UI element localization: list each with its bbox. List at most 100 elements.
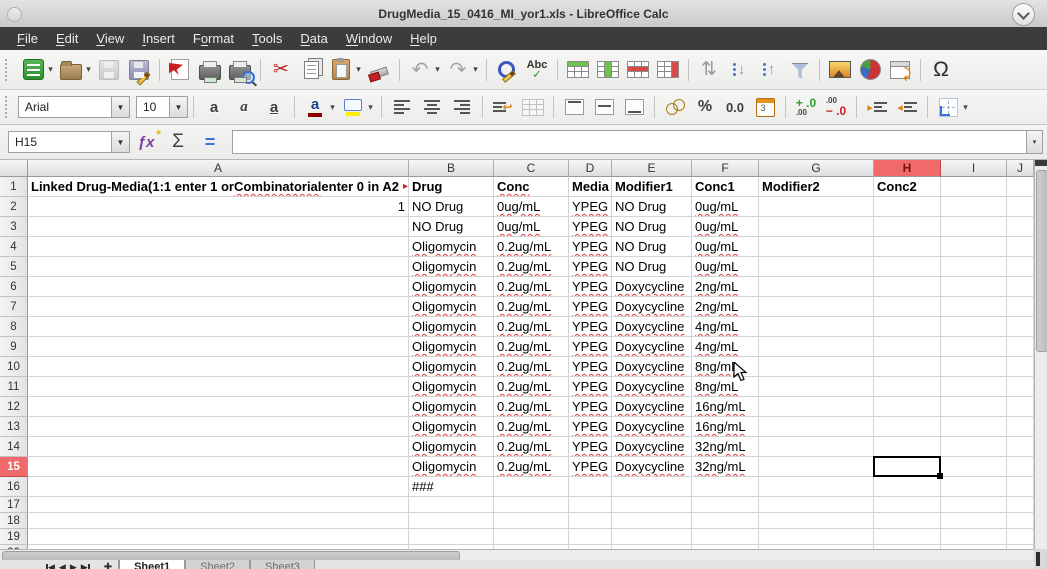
cell-cursor[interactable]: [873, 456, 941, 477]
row-header-9[interactable]: 9: [0, 337, 28, 357]
cell-G10[interactable]: [759, 357, 874, 377]
cell-A18[interactable]: [28, 513, 409, 529]
decrease-indent-button[interactable]: ◂: [892, 93, 922, 121]
cell-A2[interactable]: 1: [28, 197, 409, 217]
cell-A7[interactable]: [28, 297, 409, 317]
cell-G19[interactable]: [759, 529, 874, 545]
first-sheet-button[interactable]: ◀: [46, 562, 55, 569]
cell-D4[interactable]: YPEG: [569, 237, 612, 257]
cell-A9[interactable]: [28, 337, 409, 357]
cell-A4[interactable]: [28, 237, 409, 257]
sheet-tab-sheet3[interactable]: Sheet3: [250, 560, 315, 569]
cell-B17[interactable]: [409, 497, 494, 513]
col-header-I[interactable]: I: [941, 160, 1007, 177]
cell-E19[interactable]: [612, 529, 692, 545]
cell-J6[interactable]: [1007, 277, 1034, 297]
cell-J15[interactable]: [1007, 457, 1034, 477]
cell-B19[interactable]: [409, 529, 494, 545]
row-header-14[interactable]: 14: [0, 437, 28, 457]
cell-H11[interactable]: [874, 377, 941, 397]
vertical-split-handle[interactable]: [1035, 160, 1047, 166]
row-header-19[interactable]: 19: [0, 529, 28, 545]
cell-E1[interactable]: Modifier1: [612, 177, 692, 197]
cell-C14[interactable]: 0.2ug/mL: [494, 437, 569, 457]
cell-I18[interactable]: [941, 513, 1007, 529]
menu-window[interactable]: Window: [337, 29, 401, 48]
cell-A6[interactable]: [28, 277, 409, 297]
cell-H8[interactable]: [874, 317, 941, 337]
cell-I8[interactable]: [941, 317, 1007, 337]
cell-D19[interactable]: [569, 529, 612, 545]
combo-arrow-icon[interactable]: ▼: [169, 97, 187, 117]
cell-C15[interactable]: 0.2ug/mL: [494, 457, 569, 477]
highlight-color-button[interactable]: [338, 93, 368, 121]
row-header-1[interactable]: 1: [0, 177, 28, 197]
cell-J16[interactable]: [1007, 477, 1034, 497]
row-header-18[interactable]: 18: [0, 513, 28, 529]
cell-C13[interactable]: 0.2ug/mL: [494, 417, 569, 437]
cell-D16[interactable]: [569, 477, 612, 497]
cell-C10[interactable]: 0.2ug/mL: [494, 357, 569, 377]
row-header-17[interactable]: 17: [0, 497, 28, 513]
cell-J8[interactable]: [1007, 317, 1034, 337]
cell-A11[interactable]: [28, 377, 409, 397]
cell-F14[interactable]: 32ng/mL: [692, 437, 759, 457]
cell-J14[interactable]: [1007, 437, 1034, 457]
cell-F9[interactable]: 4ng/mL: [692, 337, 759, 357]
cell-D7[interactable]: YPEG: [569, 297, 612, 317]
cell-B14[interactable]: Oligomycin: [409, 437, 494, 457]
menu-insert[interactable]: Insert: [133, 29, 184, 48]
cell-D9[interactable]: YPEG: [569, 337, 612, 357]
next-sheet-button[interactable]: ▶: [70, 562, 77, 569]
row-header-7[interactable]: 7: [0, 297, 28, 317]
save-as-button[interactable]: [124, 56, 154, 84]
split-handle[interactable]: [1036, 552, 1040, 566]
undo-button[interactable]: ↶: [405, 56, 435, 84]
cell-I9[interactable]: [941, 337, 1007, 357]
sheet-tab-sheet2[interactable]: Sheet2: [185, 560, 250, 569]
cell-C17[interactable]: [494, 497, 569, 513]
cell-D12[interactable]: YPEG: [569, 397, 612, 417]
cell-E15[interactable]: Doxycycline: [612, 457, 692, 477]
cell-I15[interactable]: [941, 457, 1007, 477]
redo-button[interactable]: ↷: [443, 56, 473, 84]
special-character-button[interactable]: Ω: [926, 56, 956, 84]
autofilter-button[interactable]: [784, 56, 814, 84]
toolbar-grip[interactable]: [5, 59, 14, 81]
cell-G18[interactable]: [759, 513, 874, 529]
col-header-C[interactable]: C: [494, 160, 569, 177]
cell-A14[interactable]: [28, 437, 409, 457]
cell-D17[interactable]: [569, 497, 612, 513]
menu-edit[interactable]: Edit: [47, 29, 87, 48]
cell-I14[interactable]: [941, 437, 1007, 457]
cell-J17[interactable]: [1007, 497, 1034, 513]
cell-B15[interactable]: Oligomycin: [409, 457, 494, 477]
print-preview-button[interactable]: [225, 56, 255, 84]
cell-A19[interactable]: [28, 529, 409, 545]
cell-C8[interactable]: 0.2ug/mL: [494, 317, 569, 337]
cell-A3[interactable]: [28, 217, 409, 237]
cell-D2[interactable]: YPEG: [569, 197, 612, 217]
cell-G12[interactable]: [759, 397, 874, 417]
cell-H10[interactable]: [874, 357, 941, 377]
cell-H9[interactable]: [874, 337, 941, 357]
cell-D1[interactable]: Media: [569, 177, 612, 197]
align-right-button[interactable]: [447, 93, 477, 121]
cell-J19[interactable]: [1007, 529, 1034, 545]
cell-E8[interactable]: Doxycycline: [612, 317, 692, 337]
font-size-combo[interactable]: 10 ▼: [136, 96, 188, 118]
menu-data[interactable]: Data: [291, 29, 336, 48]
cell-E11[interactable]: Doxycycline: [612, 377, 692, 397]
cell-A1[interactable]: Linked Drug-Media (1:1 enter 1 or Combin…: [28, 177, 409, 197]
cell-H14[interactable]: [874, 437, 941, 457]
italic-button[interactable]: a: [229, 93, 259, 121]
date-format-button[interactable]: [750, 93, 780, 121]
cell-F8[interactable]: 4ng/mL: [692, 317, 759, 337]
cell-E17[interactable]: [612, 497, 692, 513]
cell-A12[interactable]: [28, 397, 409, 417]
menu-tools[interactable]: Tools: [243, 29, 291, 48]
cell-E3[interactable]: NO Drug: [612, 217, 692, 237]
cell-E9[interactable]: Doxycycline: [612, 337, 692, 357]
cell-A17[interactable]: [28, 497, 409, 513]
horizontal-scrollbar[interactable]: [0, 549, 1034, 560]
